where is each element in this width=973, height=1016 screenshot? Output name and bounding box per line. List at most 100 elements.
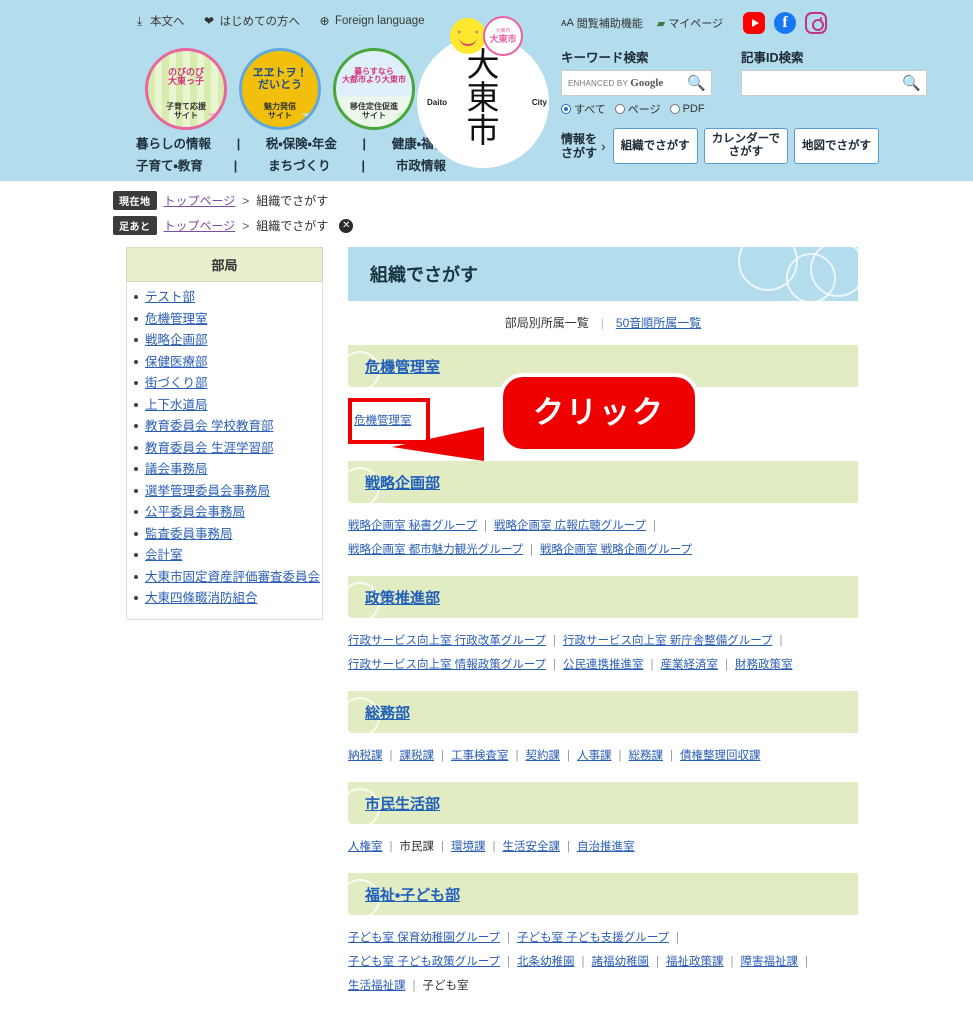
link-divider: | — [441, 841, 444, 853]
breadcrumb-link-top[interactable]: トップページ — [164, 192, 236, 209]
sidebar-link[interactable]: 教育委員会 学校教育部 — [145, 419, 273, 433]
bubble-link-kosodate[interactable]: のびのび 大東っ子 子育て応援 サイト ☚ — [145, 48, 227, 130]
office-link[interactable]: 生活福祉課 — [348, 980, 406, 992]
tab-by-department[interactable]: 部局別所属一覧 — [505, 314, 589, 331]
office-link[interactable]: 戦略企画室 広報広聴グループ — [494, 520, 646, 532]
sidebar-item-test-bu[interactable]: テスト部 — [127, 290, 322, 305]
office-link[interactable]: 契約課 — [526, 750, 561, 762]
radio-page-control[interactable] — [614, 104, 625, 114]
sidebar-item-gikaijimukyoku[interactable]: 議会事務局 — [127, 462, 322, 477]
sidebar-link[interactable]: 監査委員事務局 — [145, 527, 233, 541]
department-link-seisakusuishinbu[interactable]: 政策推進部 — [365, 587, 440, 608]
office-link[interactable]: 福祉政策課 — [666, 956, 724, 968]
accessibility-tools-link[interactable]: ᴀA 閲覧補助機能 — [561, 15, 643, 31]
office-link[interactable]: 課税課 — [400, 750, 435, 762]
sidebar-item-machizukuribu[interactable]: 街づくり部 — [127, 376, 322, 391]
sidebar-link[interactable]: 大東四條畷消防組合 — [145, 591, 258, 605]
keyword-search-input[interactable]: ENHANCED BY Google 🔍 — [561, 70, 712, 96]
sidebar-link[interactable]: 危機管理室 — [145, 312, 208, 326]
sidebar-link[interactable]: 公平委員会事務局 — [145, 505, 245, 519]
office-link[interactable]: 行政サービス向上室 新庁舎整備グループ — [563, 635, 773, 647]
nav-kosodate[interactable]: 子育て・教育 — [136, 155, 203, 177]
sidebar-item-kikikanrishitsu[interactable]: 危機管理室 — [127, 312, 322, 327]
office-link[interactable]: 工事検査室 — [451, 750, 509, 762]
sidebar-link[interactable]: 選挙管理委員会事務局 — [145, 484, 270, 498]
radio-all-control[interactable] — [561, 104, 571, 114]
office-link[interactable]: 戦略企画室 秘書グループ — [348, 520, 477, 532]
facebook-icon[interactable]: f — [774, 12, 797, 34]
sidebar-item-shogaigakushubu[interactable]: 教育委員会 生涯学習部 — [127, 441, 322, 456]
utility-link-first-time[interactable]: ❤ はじめての方へ — [203, 13, 300, 29]
department-link-senryakukikakubu[interactable]: 戦略企画部 — [365, 472, 440, 493]
sidebar-link[interactable]: 街づくり部 — [145, 376, 208, 390]
office-link[interactable]: 公民連携推進室 — [563, 659, 644, 671]
department-link-somubu[interactable]: 総務部 — [365, 702, 410, 723]
office-link[interactable]: 諸福幼稚園 — [592, 956, 650, 968]
radio-page[interactable]: ページ — [614, 101, 661, 117]
office-link[interactable]: 生活安全課 — [503, 841, 561, 853]
sidebar-item-senryakukikakubu[interactable]: 戦略企画部 — [127, 333, 322, 348]
department-link-shiminseikatsubu[interactable]: 市民生活部 — [365, 793, 440, 814]
office-link[interactable]: 北条幼稚園 — [517, 956, 575, 968]
radio-pdf[interactable]: PDF — [669, 103, 705, 115]
instagram-icon[interactable] — [805, 12, 828, 34]
office-link[interactable]: 人権室 — [348, 841, 383, 853]
find-by-map-button[interactable]: 地図でさがす — [794, 128, 879, 164]
sidebar-item-hokeniryobu[interactable]: 保健医療部 — [127, 355, 322, 370]
nav-machizukuri[interactable]: まちづくり — [268, 155, 331, 177]
office-link[interactable]: 財務政策室 — [735, 659, 793, 671]
nav-kurashi[interactable]: 暮らしの情報 — [136, 133, 211, 155]
office-link[interactable]: 総務課 — [629, 750, 664, 762]
utility-link-foreign-language[interactable]: ⊕ Foreign language — [318, 14, 424, 28]
office-link[interactable]: 障害福祉課 — [741, 956, 799, 968]
sidebar-item-senkyokanri[interactable]: 選挙管理委員会事務局 — [127, 484, 322, 499]
radio-all[interactable]: すべて — [561, 101, 606, 117]
office-link[interactable]: 戦略企画室 戦略企画グループ — [540, 544, 692, 556]
breadcrumb-link-top[interactable]: トップページ — [164, 217, 236, 234]
nav-zeikin[interactable]: 税・保険・年金 — [266, 133, 337, 155]
find-by-organization-button[interactable]: 組織でさがす — [612, 128, 698, 164]
sidebar-item-koheiiinkai[interactable]: 公平委員会事務局 — [127, 505, 322, 520]
search-icon[interactable]: 🔍 — [687, 74, 706, 92]
bubble-link-miryoku[interactable]: ヱヱトヲ！ だいとう 魅力発信 サイト ☚ — [239, 48, 321, 130]
close-icon[interactable]: ✕ — [339, 218, 354, 233]
mypage-link[interactable]: ▰ マイページ — [657, 15, 723, 31]
sidebar-item-kaikeishitsu[interactable]: 会計室 — [127, 548, 322, 563]
sidebar-item-gakkokyoikubu[interactable]: 教育委員会 学校教育部 — [127, 419, 322, 434]
office-link[interactable]: 人事課 — [577, 750, 612, 762]
bubble-link-ijuteiju[interactable]: 暮らすなら 大都市より大東市 移住定住促進 サイト ☚ — [333, 48, 415, 130]
office-link[interactable]: 自治推進室 — [577, 841, 635, 853]
sidebar-item-jogesuidokyoku[interactable]: 上下水道局 — [127, 398, 322, 413]
city-logo[interactable]: 大 東 市 Daito City ● ● 大東市 大東市 — [417, 14, 559, 168]
tab-by-kana-order[interactable]: 50音順所属一覧 — [616, 314, 701, 331]
search-icon[interactable]: 🔍 — [902, 74, 921, 92]
department-link-fukushi-kodomobu[interactable]: 福祉・子ども部 — [365, 884, 460, 905]
youtube-icon[interactable] — [743, 12, 766, 34]
office-link[interactable]: 子ども室 子ども政策グループ — [348, 956, 500, 968]
sidebar-link[interactable]: 教育委員会 生涯学習部 — [145, 441, 273, 455]
department-link-kikikanrishitsu[interactable]: 危機管理室 — [365, 356, 440, 377]
radio-pdf-control[interactable] — [669, 104, 680, 114]
utility-link-jump-to-body[interactable]: ⤓ 本文へ — [133, 13, 185, 29]
office-link[interactable]: 行政サービス向上室 情報政策グループ — [348, 659, 546, 671]
sidebar-link[interactable]: 保健医療部 — [145, 355, 208, 369]
sidebar-item-shoboukumiai[interactable]: 大東四條畷消防組合 — [127, 591, 322, 606]
office-link[interactable]: 産業経済室 — [661, 659, 719, 671]
sidebar-link[interactable]: 会計室 — [145, 548, 183, 562]
office-link[interactable]: 子ども室 子ども支援グループ — [517, 932, 669, 944]
sidebar-link[interactable]: 議会事務局 — [145, 462, 208, 476]
article-id-search-input[interactable]: 🔍 — [741, 70, 927, 96]
office-link[interactable]: 戦略企画室 都市魅力観光グループ — [348, 544, 523, 556]
find-by-calendar-button[interactable]: カレンダーで さがす — [703, 128, 788, 164]
office-link[interactable]: 行政サービス向上室 行政改革グループ — [348, 635, 546, 647]
office-link[interactable]: 子ども室 保育幼稚園グループ — [348, 932, 500, 944]
sidebar-link[interactable]: 上下水道局 — [145, 398, 208, 412]
office-link[interactable]: 債権整理回収課 — [680, 750, 761, 762]
sidebar-link[interactable]: テスト部 — [145, 290, 195, 304]
sidebar-link[interactable]: 戦略企画部 — [145, 333, 208, 347]
sidebar-item-koteishisan[interactable]: 大東市固定資産評価審査委員会 — [127, 570, 322, 585]
office-link[interactable]: 環境課 — [451, 841, 486, 853]
sidebar-link[interactable]: 大東市固定資産評価審査委員会 — [145, 570, 320, 584]
office-link[interactable]: 納税課 — [348, 750, 383, 762]
sidebar-item-kansaiin[interactable]: 監査委員事務局 — [127, 527, 322, 542]
